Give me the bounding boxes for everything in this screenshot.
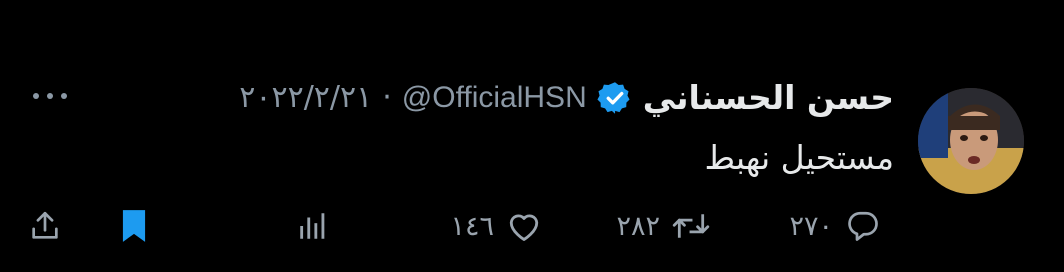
heart-icon bbox=[506, 209, 542, 243]
views-button[interactable] bbox=[296, 196, 330, 256]
tweet-text: مستحيل نهبط bbox=[704, 138, 895, 177]
share-button[interactable] bbox=[28, 196, 62, 256]
bookmark-icon bbox=[118, 207, 150, 245]
retweet-icon bbox=[672, 208, 710, 244]
verified-badge-icon bbox=[597, 80, 633, 116]
avatar[interactable] bbox=[918, 88, 1024, 194]
retweet-button[interactable]: ٢٨٢ bbox=[616, 196, 710, 256]
bookmark-button[interactable] bbox=[118, 196, 150, 256]
views-icon bbox=[296, 209, 330, 243]
reply-icon bbox=[845, 208, 881, 244]
share-icon bbox=[28, 208, 62, 244]
tweet[interactable]: حسن الحسناني @OfficialHSN · ٢٠٢٢/٢/٢١ مس… bbox=[0, 0, 1064, 272]
retweet-count: ٢٨٢ bbox=[616, 210, 660, 242]
action-bar: ٢٧٠ ٢٨٢ ١٤٦ bbox=[0, 196, 1064, 256]
tweet-date[interactable]: ٢٠٢٢/٢/٢١ bbox=[239, 80, 372, 115]
more-icon[interactable] bbox=[28, 86, 72, 106]
author-name[interactable]: حسن الحسناني bbox=[643, 78, 894, 117]
reply-button[interactable]: ٢٧٠ bbox=[789, 196, 881, 256]
reply-count: ٢٧٠ bbox=[789, 210, 833, 242]
tweet-header: حسن الحسناني @OfficialHSN · ٢٠٢٢/٢/٢١ bbox=[239, 78, 894, 117]
meta-separator: · bbox=[382, 80, 392, 115]
like-count: ١٤٦ bbox=[450, 210, 494, 242]
author-handle[interactable]: @OfficialHSN bbox=[402, 81, 587, 115]
like-button[interactable]: ١٤٦ bbox=[450, 196, 542, 256]
